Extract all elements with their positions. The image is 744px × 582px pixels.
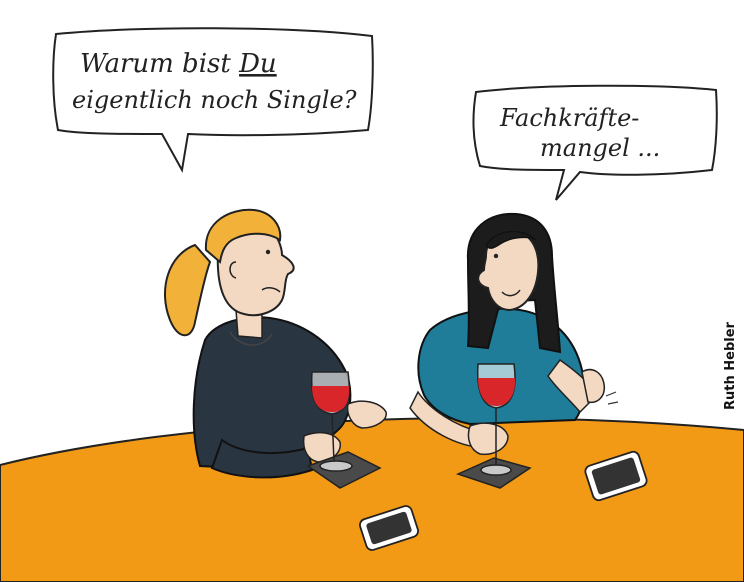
left-bubble-line1: Warum bist (80, 49, 239, 79)
table-top (0, 416, 744, 582)
cartoon-illustration: Warum bist Du eigentlich noch Single? Fa… (0, 27, 744, 582)
svg-text:Warum bist Du: Warum bist Du (80, 49, 277, 79)
left-bubble-line2: eigentlich noch Single? (72, 86, 357, 114)
left-ponytail (164, 243, 212, 337)
left-speech-bubble: Warum bist Du eigentlich noch Single? (52, 27, 374, 173)
cartoon-panel: Warum bist Du eigentlich noch Single? Fa… (0, 0, 744, 582)
artist-credit: Ruth Hebler (723, 321, 738, 410)
right-woman (409, 212, 619, 456)
left-bubble-emphasis: Du (238, 49, 277, 79)
right-bubble-line2: mangel ... (540, 134, 660, 162)
right-bubble-line1: Fachkräfte- (499, 104, 639, 132)
right-speech-bubble: Fachkräfte- mangel ... (472, 84, 718, 201)
